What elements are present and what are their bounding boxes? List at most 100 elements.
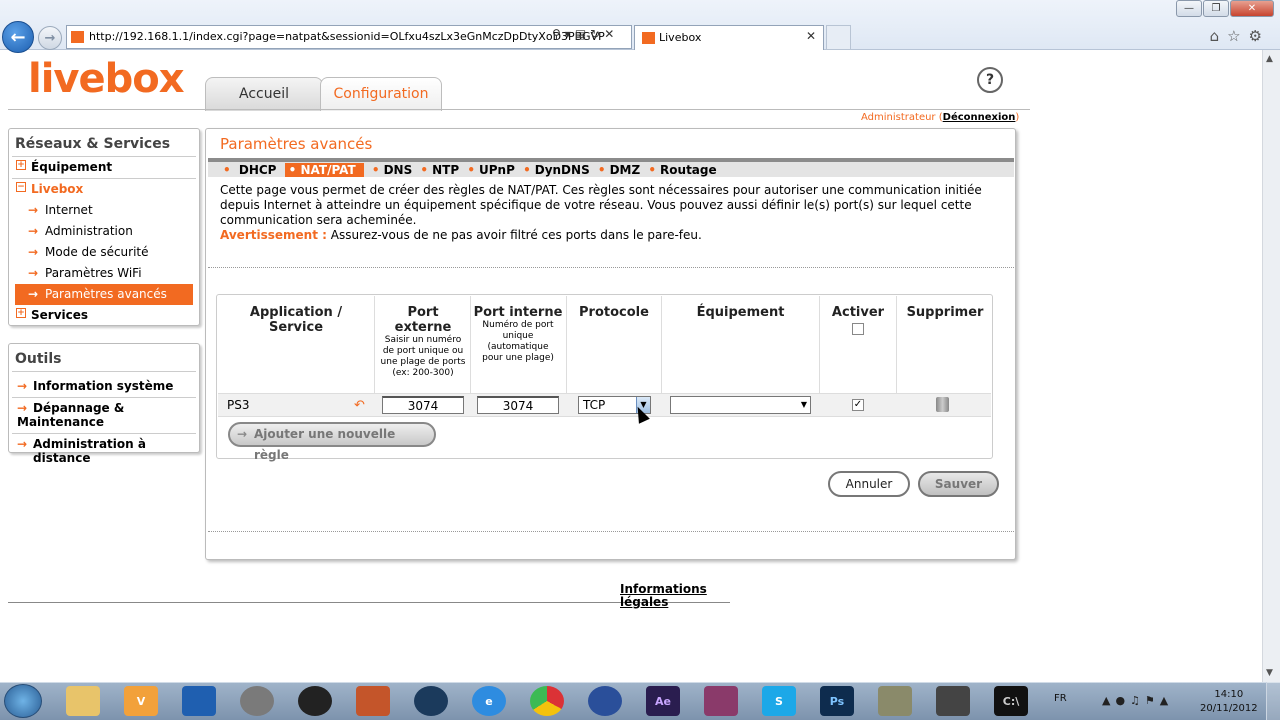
back-button[interactable]: ← (2, 21, 34, 53)
app-icon[interactable] (240, 686, 274, 716)
scroll-down-icon[interactable]: ▼ (1266, 668, 1273, 678)
collapse-icon: − (16, 182, 26, 192)
bullet-icon: • (223, 163, 231, 177)
clock[interactable]: 14:10 20/11/2012 (1200, 688, 1258, 716)
subnav-upnp[interactable]: UPnP (479, 163, 515, 177)
legal-info-link[interactable]: Informations légales (620, 583, 710, 609)
restore-button[interactable]: ❐ (1203, 0, 1229, 17)
sidebar-item-label: Administration (45, 224, 133, 238)
arrow-icon: → (17, 401, 28, 415)
sidebar-item-internet[interactable]: → Internet (9, 200, 199, 221)
tool-label: Information système (33, 379, 174, 393)
user-label: Administrateur (861, 112, 936, 123)
subnav-ntp[interactable]: NTP (432, 163, 459, 177)
explorer-icon[interactable] (66, 686, 100, 716)
after-effects-icon[interactable]: Ae (646, 686, 680, 716)
sidebar-item-label: Paramètres avancés (45, 287, 167, 301)
forward-button[interactable]: → (38, 26, 62, 50)
tool-system-info[interactable]: → Information système (9, 378, 199, 395)
sidebar-item-livebox[interactable]: − Livebox (9, 179, 199, 200)
col-header-port-ext: Port externe Saisir un numéro de port un… (378, 305, 468, 379)
subnav-natpat[interactable]: • NAT/PAT (284, 163, 364, 177)
activate-checkbox[interactable]: ✓ (852, 399, 864, 411)
subnav-dns[interactable]: DNS (384, 163, 413, 177)
app-icon[interactable] (182, 686, 216, 716)
browser-right-tools[interactable]: ⌂☆⚙ (1210, 27, 1270, 45)
warning-message: Assurez-vous de ne pas avoir filtré ces … (330, 228, 702, 242)
sidebar-item-services[interactable]: + Services (9, 305, 199, 326)
system-tray-icons[interactable]: ▲●♫⚑▲ (1102, 694, 1173, 707)
tab-configuration[interactable]: Configuration (320, 77, 442, 111)
app-icon[interactable] (878, 686, 912, 716)
sidebar-item-label: Équipement (31, 160, 113, 174)
app-icon[interactable] (356, 686, 390, 716)
sidebar-item-advanced[interactable]: → Paramètres avancés (15, 284, 193, 305)
trash-icon[interactable] (936, 397, 949, 412)
tool-troubleshooting[interactable]: → Dépannage & Maintenance (9, 400, 199, 431)
sidebar-item-wifi[interactable]: → Paramètres WiFi (9, 263, 199, 284)
tool-remote-admin[interactable]: → Administration à distance (9, 436, 199, 467)
address-bar[interactable]: http://192.168.1.1/index.cgi?page=natpat… (66, 25, 632, 49)
app-name-cell[interactable]: PS3 (227, 398, 250, 412)
external-port-input[interactable]: 3074 (382, 396, 464, 414)
logout-link[interactable]: Déconnexion (943, 112, 1016, 123)
window-controls: — ❐ ✕ (1176, 0, 1274, 17)
address-tools[interactable]: ⚲▾▤↻✕ (552, 27, 618, 41)
subnav-dmz[interactable]: DMZ (610, 163, 641, 177)
arrow-icon: → (17, 437, 28, 451)
col-header-app: Application / Service (249, 305, 343, 335)
sidebar-item-label: Paramètres WiFi (45, 266, 142, 280)
chevron-down-icon[interactable]: ▼ (801, 397, 807, 413)
winrar-icon[interactable] (704, 686, 738, 716)
photoshop-icon[interactable]: Ps (820, 686, 854, 716)
clock-date: 20/11/2012 (1200, 703, 1258, 714)
add-rule-button[interactable]: → Ajouter une nouvelle règle (228, 422, 436, 462)
internet-explorer-icon[interactable]: e (472, 686, 506, 716)
cancel-button[interactable]: Annuler (828, 471, 910, 497)
help-button[interactable]: ? (977, 67, 1003, 93)
scroll-up-icon[interactable]: ▲ (1266, 54, 1273, 64)
subnav-routage[interactable]: Routage (660, 163, 717, 177)
arrow-icon: → (28, 203, 39, 217)
show-desktop-button[interactable] (1266, 682, 1280, 720)
start-button[interactable] (4, 684, 42, 718)
headphones-icon[interactable] (298, 686, 332, 716)
divider (12, 433, 196, 434)
col-header-label: Port interne (473, 305, 563, 320)
app-icon[interactable] (414, 686, 448, 716)
language-indicator[interactable]: FR (1054, 693, 1067, 704)
app-select-icon[interactable]: ↶ (354, 398, 365, 413)
vlc-icon[interactable]: V (124, 686, 158, 716)
internal-port-input[interactable]: 3074 (477, 396, 559, 414)
skype-icon[interactable]: S (762, 686, 796, 716)
close-window-button[interactable]: ✕ (1230, 0, 1274, 17)
sidebar-item-security-mode[interactable]: → Mode de sécurité (9, 242, 199, 263)
sidebar-item-administration[interactable]: → Administration (9, 221, 199, 242)
chrome-icon[interactable] (530, 686, 564, 716)
minimize-button[interactable]: — (1176, 0, 1202, 17)
warning-label: Avertissement : (220, 228, 327, 242)
bullet-icon: • (467, 163, 475, 177)
sub-navigation: • DHCP • NAT/PAT • DNS • NTP • UPnP • DynDNS… (208, 158, 1014, 177)
arrow-icon: → (28, 266, 39, 280)
equipment-select[interactable]: ▼ (670, 396, 811, 414)
bullet-icon: • (420, 163, 429, 177)
app-icon[interactable] (588, 686, 622, 716)
vertical-scrollbar[interactable]: ▲ ▼ (1262, 50, 1280, 682)
sidebar-tools-panel: Outils → Information système → Dépannage &… (8, 343, 200, 465)
subnav-dyndns[interactable]: DynDNS (535, 163, 590, 177)
col-header-equipment: Équipement (696, 305, 785, 320)
subnav-dhcp[interactable]: DHCP (239, 163, 277, 177)
subnav-label: NAT/PAT (300, 163, 356, 177)
bullet-icon: • (648, 163, 657, 177)
sidebar-item-equipement[interactable]: + Équipement (9, 157, 199, 178)
close-tab-icon[interactable]: ✕ (806, 29, 816, 43)
new-tab-button[interactable] (826, 25, 851, 50)
cmd-icon[interactable]: C:\ (994, 686, 1028, 716)
save-button[interactable]: Sauver (918, 471, 999, 497)
browser-tab[interactable]: Livebox (634, 25, 824, 50)
select-all-checkbox[interactable] (852, 323, 864, 335)
app-icon[interactable] (936, 686, 970, 716)
tab-accueil[interactable]: Accueil (205, 77, 323, 111)
arrow-icon: → (237, 427, 248, 441)
